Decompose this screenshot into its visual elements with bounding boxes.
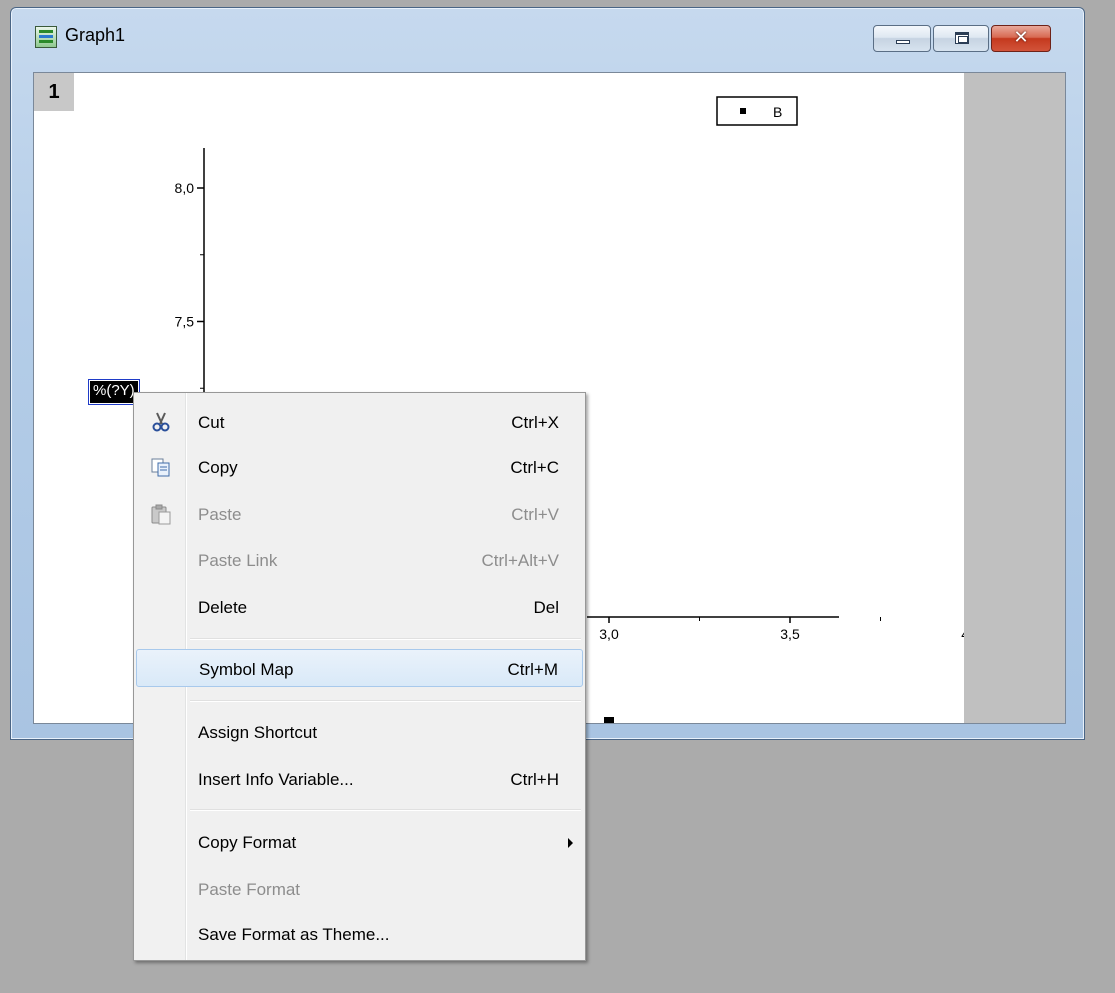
graph-window-icon[interactable] bbox=[35, 26, 57, 48]
minimize-icon bbox=[896, 40, 910, 44]
menu-item-shortcut: Ctrl+M bbox=[507, 660, 558, 679]
menu-item-label: Insert Info Variable... bbox=[198, 770, 354, 789]
paste-icon bbox=[151, 504, 171, 525]
legend-label: B bbox=[773, 104, 782, 120]
menu-separator bbox=[190, 638, 581, 640]
y-tick-label: 7,5 bbox=[175, 314, 195, 330]
menu-item-paste-format[interactable]: Paste Format bbox=[136, 870, 583, 908]
context-menu: Cut Ctrl+X Copy Ctrl+C Paste Ctrl+V Past… bbox=[133, 392, 586, 961]
menu-item-copy[interactable]: Copy Ctrl+C bbox=[136, 448, 583, 486]
title-bar[interactable]: Graph1 ✕ bbox=[11, 8, 1084, 58]
x-tick-label: 3,5 bbox=[780, 626, 800, 642]
menu-item-label: Cut bbox=[198, 413, 225, 432]
menu-item-delete[interactable]: Delete Del bbox=[136, 588, 583, 626]
x-tick-label: 3,0 bbox=[599, 626, 619, 642]
menu-item-label: Copy bbox=[198, 458, 238, 477]
menu-item-label: Delete bbox=[198, 598, 248, 617]
menu-item-shortcut: Ctrl+C bbox=[510, 458, 559, 477]
menu-item-shortcut: Del bbox=[533, 598, 559, 617]
maximize-button[interactable] bbox=[933, 25, 989, 52]
scissors-icon bbox=[152, 412, 170, 432]
menu-item-shortcut: Ctrl+H bbox=[510, 770, 559, 789]
menu-item-symbol-map[interactable]: Symbol Map Ctrl+M bbox=[136, 649, 583, 687]
menu-item-save-format-as-theme[interactable]: Save Format as Theme... bbox=[136, 915, 583, 953]
menu-item-label: Save Format as Theme... bbox=[198, 925, 390, 944]
menu-separator bbox=[190, 809, 581, 811]
y-tick-label: 8,0 bbox=[175, 180, 195, 196]
menu-separator bbox=[190, 700, 581, 702]
menu-item-shortcut: Ctrl+Alt+V bbox=[481, 551, 559, 570]
menu-item-copy-format[interactable]: Copy Format bbox=[136, 823, 583, 861]
selected-y-axis-title[interactable]: %(?Y) bbox=[88, 379, 140, 405]
menu-item-paste[interactable]: Paste Ctrl+V bbox=[136, 495, 583, 533]
close-icon: ✕ bbox=[1013, 27, 1029, 48]
menu-item-shortcut: Ctrl+X bbox=[511, 413, 559, 432]
menu-item-cut[interactable]: Cut Ctrl+X bbox=[136, 403, 583, 441]
data-point bbox=[604, 717, 614, 723]
submenu-arrow-icon bbox=[568, 838, 573, 848]
menu-item-label: Paste Link bbox=[198, 551, 278, 570]
copy-icon bbox=[151, 458, 170, 477]
menu-item-label: Paste bbox=[198, 505, 242, 524]
window-title: Graph1 bbox=[65, 25, 126, 45]
menu-item-label: Paste Format bbox=[198, 880, 301, 899]
maximize-icon bbox=[955, 32, 969, 44]
menu-item-insert-info-variable[interactable]: Insert Info Variable... Ctrl+H bbox=[136, 760, 583, 798]
menu-item-paste-link[interactable]: Paste Link Ctrl+Alt+V bbox=[136, 541, 583, 579]
legend-box bbox=[716, 96, 798, 126]
menu-item-label: Assign Shortcut bbox=[198, 723, 318, 742]
minimize-button[interactable] bbox=[873, 25, 931, 52]
x-tick-label: 4,0 bbox=[961, 626, 964, 642]
menu-item-assign-shortcut[interactable]: Assign Shortcut bbox=[136, 713, 583, 751]
menu-item-label: Symbol Map bbox=[199, 660, 294, 679]
close-button[interactable]: ✕ bbox=[991, 25, 1051, 52]
menu-item-shortcut: Ctrl+V bbox=[511, 505, 559, 524]
legend-symbol bbox=[740, 108, 746, 114]
menu-item-label: Copy Format bbox=[198, 833, 297, 852]
